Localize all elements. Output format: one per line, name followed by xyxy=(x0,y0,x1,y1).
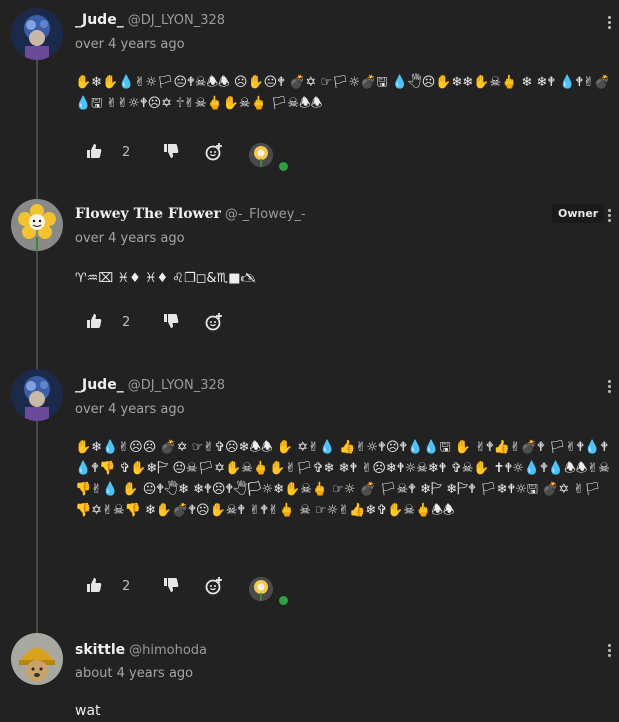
comment-text: ✋❄💧✌☹☹ 💣✡ ☞✌✞☹❄🕭🕭 ✋ ✡✌💧 👍✌☼🕈☹🕈💧💧🖫 ✋ ✌🕈👍✌… xyxy=(75,440,610,518)
author-name[interactable]: skittle @himohoda xyxy=(75,642,207,658)
thumbs-down-icon[interactable] xyxy=(163,577,179,593)
thumbs-down-icon[interactable] xyxy=(163,143,179,159)
owner-badge: Owner xyxy=(552,204,605,223)
kebab-menu-icon[interactable] xyxy=(604,14,614,32)
reaction-avatar[interactable] xyxy=(249,143,273,167)
avatar-jude[interactable] xyxy=(11,369,63,421)
thumbs-up-icon[interactable] xyxy=(86,143,102,159)
kebab-menu-icon[interactable] xyxy=(604,207,614,225)
kebab-menu-icon[interactable] xyxy=(604,378,614,396)
comment-text: ✋❄✋💧✌☼🏳😐🕈☠🕭🕭 ☹✋😐🕈 💣✡ ☞🏳☼💣🖫 💧🖑☹✋❄❄✋☠🖕 ❄ ❄… xyxy=(75,75,611,111)
timestamp[interactable]: over 4 years ago xyxy=(75,402,185,417)
thumbs-up-icon[interactable] xyxy=(86,313,102,329)
add-reaction-icon[interactable] xyxy=(205,313,223,331)
thread-line xyxy=(36,60,38,645)
like-count: 2 xyxy=(122,315,131,330)
online-indicator xyxy=(278,595,289,606)
author-name[interactable]: _Jude_ @DJ_LYON_328 xyxy=(75,377,225,393)
author-handle: @himohoda xyxy=(129,643,208,658)
author-name[interactable]: _Jude_ @DJ_LYON_328 xyxy=(75,12,225,28)
like-count: 2 xyxy=(122,145,131,160)
online-indicator xyxy=(278,161,289,172)
timestamp[interactable]: over 4 years ago xyxy=(75,231,185,246)
author-label[interactable]: Flowey The Flower xyxy=(75,206,221,222)
comment-text: ♈♒⌧ ♓♦ ♓♦ ♌❐◻&♏■🖎 xyxy=(75,271,256,286)
author-handle: @DJ_LYON_328 xyxy=(127,13,226,28)
reaction-avatar[interactable] xyxy=(249,577,273,601)
avatar-jude[interactable] xyxy=(11,8,63,60)
thumbs-down-icon[interactable] xyxy=(163,313,179,329)
author-label[interactable]: skittle xyxy=(75,642,125,658)
add-reaction-icon[interactable] xyxy=(205,143,223,161)
add-reaction-icon[interactable] xyxy=(205,577,223,595)
author-name[interactable]: Flowey The Flower @-_Flowey_- xyxy=(75,206,306,222)
comment-text: wat xyxy=(75,703,101,719)
like-count: 2 xyxy=(122,579,131,594)
kebab-menu-icon[interactable] xyxy=(604,642,614,660)
author-handle: @DJ_LYON_328 xyxy=(127,378,226,393)
timestamp[interactable]: over 4 years ago xyxy=(75,37,185,52)
author-label[interactable]: _Jude_ xyxy=(75,377,124,393)
thumbs-up-icon[interactable] xyxy=(86,577,102,593)
avatar-skittle[interactable] xyxy=(11,633,63,685)
author-label[interactable]: _Jude_ xyxy=(75,12,124,28)
avatar-flowey[interactable] xyxy=(11,199,63,251)
author-handle: @-_Flowey_- xyxy=(224,207,306,222)
timestamp[interactable]: about 4 years ago xyxy=(75,666,193,681)
